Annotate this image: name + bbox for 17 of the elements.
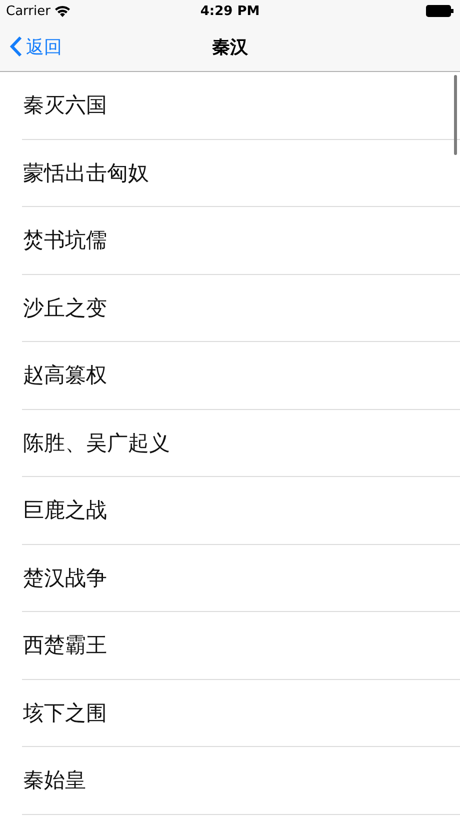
carrier-name: Carrier [6,4,50,18]
list-row[interactable]: 巨鹿之战 [22,477,460,544]
list-row[interactable]: 垓下之围 [22,680,460,747]
list-row[interactable]: 西楚霸王 [22,612,460,680]
list-row[interactable]: 沙丘之变 [22,274,460,342]
status-time: 4:29 PM [200,4,260,18]
list-row[interactable]: 蒙恬出击匈奴 [22,140,460,207]
chevron-left-icon [10,36,22,57]
list-row[interactable]: 赵高篡权 [22,342,460,410]
battery-icon [426,5,454,17]
back-button[interactable]: 返回 [10,34,62,58]
nav-title: 秦汉 [212,36,248,58]
list-row[interactable]: 秦始皇 [22,747,460,814]
list-row[interactable]: 焚书坑儒 [22,207,460,274]
list-row[interactable]: 楚汉战争 [22,544,460,612]
wifi-icon [55,6,70,16]
list-row[interactable]: 陈胜、吴广起义 [22,410,460,477]
